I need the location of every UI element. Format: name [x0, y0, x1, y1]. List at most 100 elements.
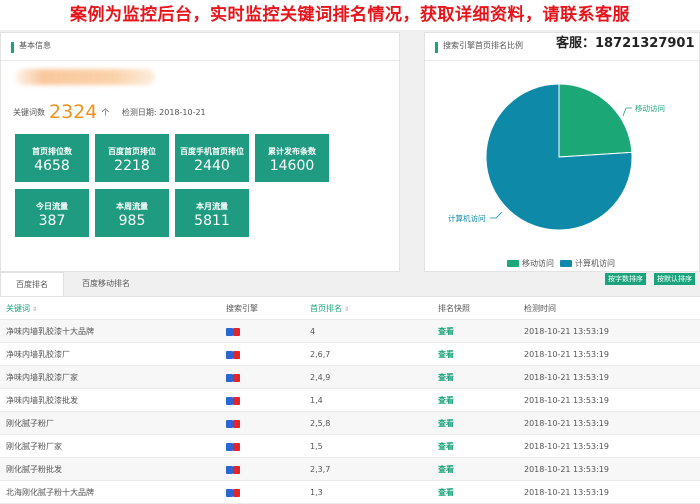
cell-check-time: 2018-10-21 13:53:19: [524, 419, 609, 428]
cell-keyword: 净味内墙乳胶漆厂: [6, 350, 70, 359]
cell-check-time: 2018-10-21 13:53:19: [524, 488, 609, 497]
cell-keyword: 北海刚化腻子粉十大品牌: [6, 488, 94, 497]
tab-baidu-ranking[interactable]: 百度排名: [0, 272, 64, 296]
table-row: 净味内墙乳胶漆批发 1,4 查看 2018-10-21 13:53:19: [0, 389, 700, 412]
cell-rank: 2,4,9: [310, 373, 331, 382]
tile-homepage-rank-count[interactable]: 首页排位数 4658: [15, 134, 89, 182]
legend-swatch-pc: [560, 260, 572, 267]
snapshot-view-link[interactable]: 查看: [438, 481, 454, 504]
snapshot-view-link[interactable]: 查看: [438, 412, 454, 435]
sort-by-count-button[interactable]: 按字数排序: [605, 273, 646, 285]
callout-line-pc: [490, 211, 503, 219]
cell-keyword: 刚化腻子粉厂: [6, 419, 54, 428]
legend-label-mobile: 移动访问: [522, 259, 554, 268]
tile-baidu-homepage-rank[interactable]: 百度首页排位 2218: [95, 134, 169, 182]
snapshot-view-link[interactable]: 查看: [438, 343, 454, 366]
cell-rank: 2,5,8: [310, 419, 331, 428]
pie-label-mobile: 移动访问: [635, 103, 665, 113]
redacted-site-name: [15, 69, 155, 85]
legend-label-pc: 计算机访问: [575, 259, 615, 268]
cell-check-time: 2018-10-21 13:53:19: [524, 373, 609, 382]
basic-info-header: 基本信息: [1, 33, 399, 61]
pie-callout-pc: 计算机访问: [448, 211, 503, 223]
table-row: 净味内墙乳胶漆厂家 2,4,9 查看 2018-10-21 13:53:19: [0, 366, 700, 389]
header-check-time: 检测时间: [524, 304, 556, 313]
tile-total-posts[interactable]: 累计发布条数 14600: [255, 134, 329, 182]
header-snapshot: 排名快照: [438, 304, 470, 313]
cell-check-time: 2018-10-21 13:53:19: [524, 350, 609, 359]
keyword-count-label: 关键词数: [13, 108, 45, 117]
cell-keyword: 刚化腻子粉厂家: [6, 442, 62, 451]
table-row: 刚化腻子粉厂 2,5,8 查看 2018-10-21 13:53:19: [0, 412, 700, 435]
basic-info-panel: 基本信息 关键词数 2324 个 检测日期: 2018-10-21 首页排位数 46…: [0, 32, 400, 272]
service-contact: 客服：18721327901: [556, 36, 695, 51]
tile-week-traffic[interactable]: 本周流量 985: [95, 189, 169, 237]
cell-rank: 4: [310, 327, 316, 336]
cell-rank: 1,5: [310, 442, 323, 451]
cell-rank: 1,4: [310, 396, 323, 405]
tile-today-traffic[interactable]: 今日流量 387: [15, 189, 89, 237]
pie-callout-mobile: 移动访问: [622, 103, 665, 117]
baidu-logo-icon: [226, 443, 240, 451]
legend-item-pc[interactable]: 计算机访问: [560, 258, 615, 269]
check-date-value: 2018-10-21: [159, 108, 206, 117]
tile-label: 本周流量: [116, 202, 148, 211]
snapshot-view-link[interactable]: 查看: [438, 366, 454, 389]
header-accent-bar: [11, 42, 14, 53]
tile-value: 387: [38, 213, 66, 229]
cell-rank: 2,6,7: [310, 350, 331, 359]
tile-value: 5811: [194, 213, 230, 229]
cell-keyword: 刚化腻子粉批发: [6, 465, 62, 474]
tile-label: 百度首页排位: [108, 147, 156, 156]
header-rank-label: 首页排名: [310, 304, 342, 313]
baidu-logo-icon: [226, 466, 240, 474]
basic-info-title: 基本信息: [19, 41, 51, 50]
tile-label: 本月流量: [196, 202, 228, 211]
baidu-logo-icon: [226, 397, 240, 405]
keyword-count-unit: 个: [101, 108, 110, 117]
tile-value: 985: [118, 213, 146, 229]
pie-chart: 移动访问 计算机访问: [448, 83, 665, 231]
table-row: 净味内墙乳胶漆厂 2,6,7 查看 2018-10-21 13:53:19: [0, 343, 700, 366]
baidu-logo-icon: [226, 351, 240, 359]
ranking-table: 关键词 ⇕ 搜索引擎 首页排名 ⇕ 排名快照 检测时间 净味内墙乳胶漆十大品牌 4 查看…: [0, 296, 700, 504]
cell-rank: 2,3,7: [310, 465, 331, 474]
pie-slices: [485, 83, 633, 231]
sort-arrows-icon: ⇕: [32, 306, 38, 313]
keyword-count-value: 2324: [49, 101, 98, 123]
header-homepage-rank[interactable]: 首页排名 ⇕: [310, 297, 349, 320]
baidu-logo-icon: [226, 328, 240, 336]
ranking-tabs: 百度排名 百度移动排名: [0, 272, 700, 296]
table-row: 北海刚化腻子粉十大品牌 1,3 查看 2018-10-21 13:53:19: [0, 481, 700, 504]
snapshot-view-link[interactable]: 查看: [438, 435, 454, 458]
baidu-logo-icon: [226, 374, 240, 382]
sort-default-button[interactable]: 按默认排序: [654, 273, 695, 285]
tile-baidu-mobile-rank[interactable]: 百度手机首页排位 2440: [175, 134, 249, 182]
baidu-logo-icon: [226, 420, 240, 428]
tile-label: 今日流量: [36, 202, 68, 211]
header-keyword-label: 关键词: [6, 304, 30, 313]
header-search-engine: 搜索引擎: [226, 304, 258, 313]
sort-arrows-icon: ⇕: [344, 306, 350, 313]
promo-banner: 案例为监控后台，实时监控关键词排名情况，获取详细资料，请联系客服: [0, 0, 700, 30]
cell-rank: 1,3: [310, 488, 323, 497]
cell-keyword: 净味内墙乳胶漆批发: [6, 396, 78, 405]
snapshot-view-link[interactable]: 查看: [438, 458, 454, 481]
check-date-label: 检测日期:: [121, 108, 157, 117]
pie-label-pc: 计算机访问: [448, 213, 486, 223]
legend-item-mobile[interactable]: 移动访问: [507, 258, 554, 269]
snapshot-view-link[interactable]: 查看: [438, 320, 454, 343]
pie-slice-mobile[interactable]: [558, 83, 633, 158]
table-row: 刚化腻子粉厂家 1,5 查看 2018-10-21 13:53:19: [0, 435, 700, 458]
snapshot-view-link[interactable]: 查看: [438, 389, 454, 412]
cell-check-time: 2018-10-21 13:53:19: [524, 396, 609, 405]
header-keyword[interactable]: 关键词 ⇕: [6, 297, 37, 320]
cell-keyword: 净味内墙乳胶漆十大品牌: [6, 327, 94, 336]
table-row: 刚化腻子粉批发 2,3,7 查看 2018-10-21 13:53:19: [0, 458, 700, 481]
tile-month-traffic[interactable]: 本月流量 5811: [175, 189, 249, 237]
keyword-count-line: 关键词数 2324 个 检测日期: 2018-10-21: [13, 101, 206, 123]
tab-baidu-mobile-ranking[interactable]: 百度移动排名: [66, 272, 146, 296]
legend-swatch-mobile: [507, 260, 519, 267]
tile-label: 百度手机首页排位: [180, 147, 244, 156]
cell-check-time: 2018-10-21 13:53:19: [524, 327, 609, 336]
